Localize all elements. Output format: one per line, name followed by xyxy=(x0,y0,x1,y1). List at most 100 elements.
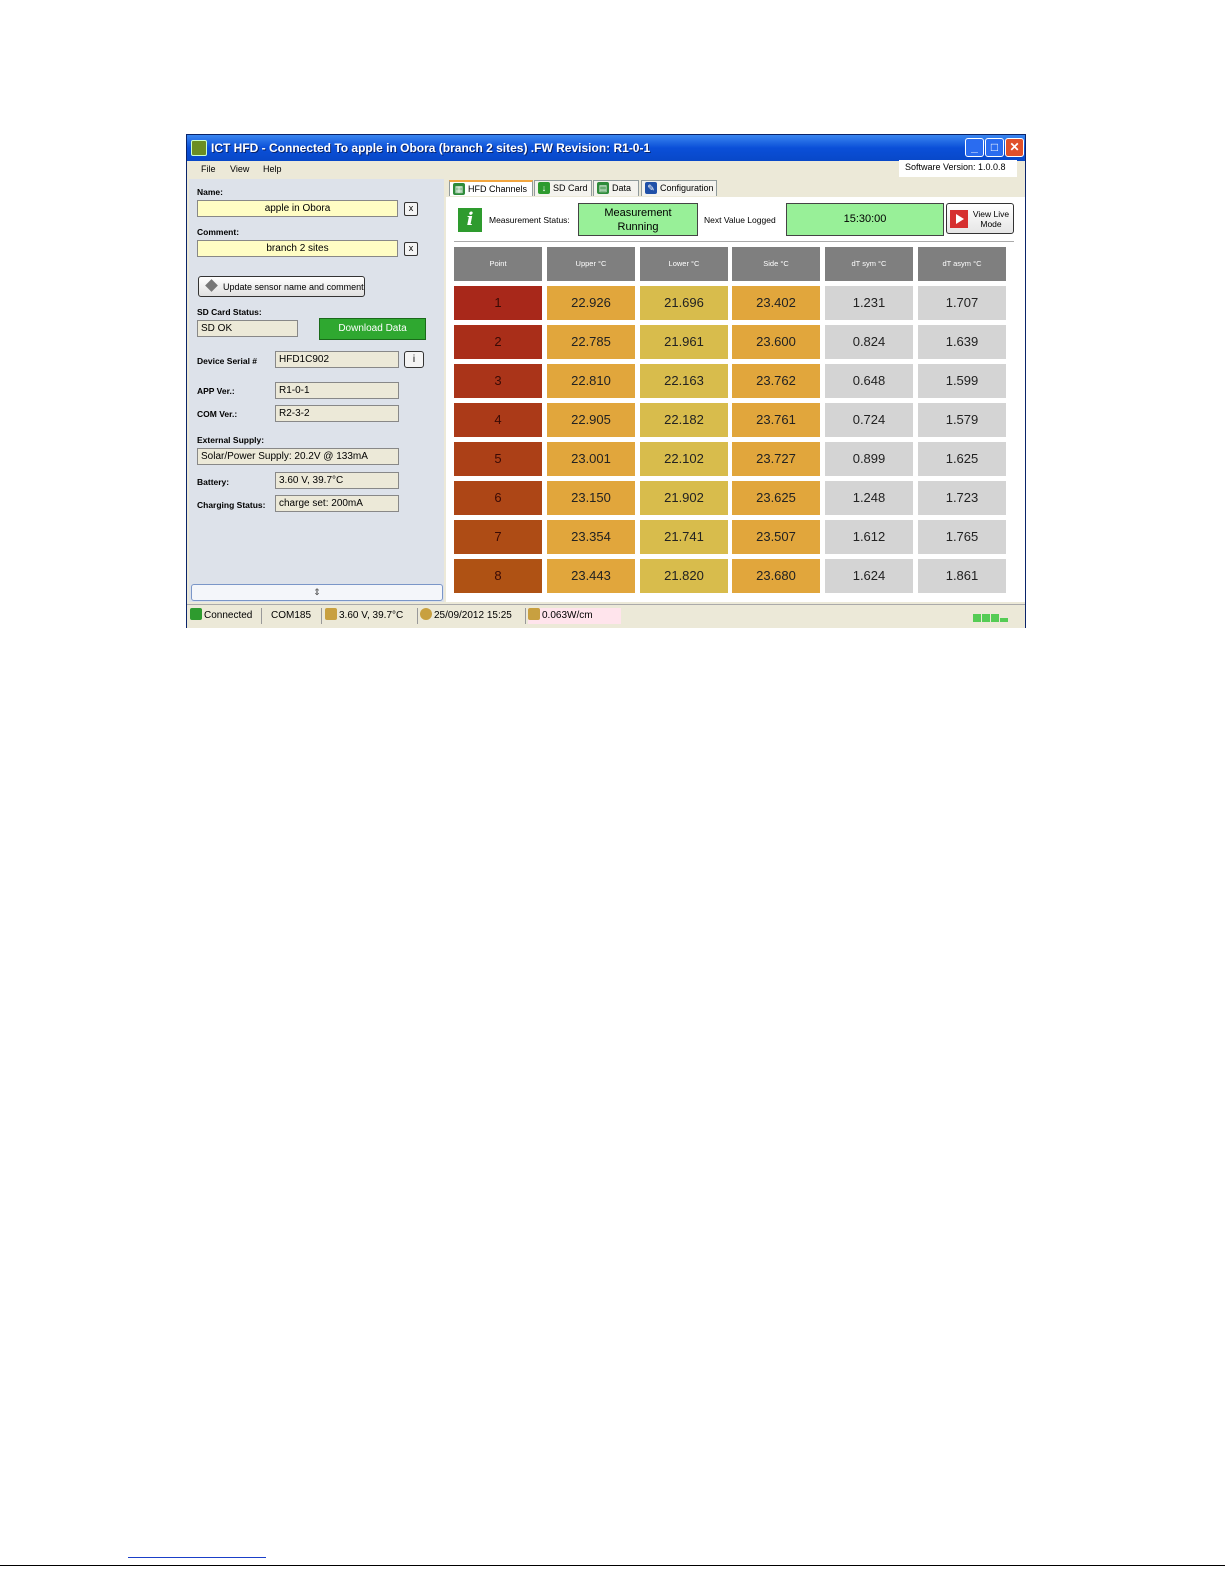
close-button[interactable]: ✕ xyxy=(1005,138,1024,157)
cell-point-6: 6 xyxy=(454,481,542,515)
cell-lower-6: 21.902 xyxy=(640,481,728,515)
column-header-dt-asym: dT asym °C xyxy=(918,247,1006,281)
cell-dt-sym-5: 0.899 xyxy=(825,442,913,476)
update-sensor-button[interactable]: Update sensor name and comment xyxy=(198,276,365,297)
cell-upper-5: 23.001 xyxy=(547,442,635,476)
panel-collapse-button[interactable]: ⇕ xyxy=(191,584,443,601)
device-panel: Name: apple in Obora x Comment: branch 2… xyxy=(189,179,444,602)
cell-side-5: 23.727 xyxy=(732,442,820,476)
tab-sd-card[interactable]: ↓ SD Card xyxy=(534,180,592,196)
maximize-button[interactable]: □ xyxy=(985,138,1004,157)
external-supply-label: External Supply: xyxy=(197,435,265,445)
clear-comment-button[interactable]: x xyxy=(404,242,418,256)
title-bar: ICT HFD - Connected To apple in Obora (b… xyxy=(187,135,1025,161)
status-bar: Connected COM185 3.60 V, 39.7°C 25/09/20… xyxy=(187,604,1025,628)
menu-file[interactable]: File xyxy=(201,164,216,174)
column-header-dt-sym: dT sym °C xyxy=(825,247,913,281)
app-version-label: APP Ver.: xyxy=(197,386,235,396)
battery-status: 3.60 V, 39.7°C xyxy=(325,608,403,624)
tab-data-label: Data xyxy=(612,183,632,193)
view-live-mode-button[interactable]: View Live Mode xyxy=(946,203,1014,234)
datetime-status: 25/09/2012 15:25 xyxy=(420,608,512,624)
measurement-status-label: Measurement Status: xyxy=(489,215,570,225)
device-info-button[interactable]: i xyxy=(404,351,424,368)
cell-dt-sym-8: 1.624 xyxy=(825,559,913,593)
cell-lower-5: 22.102 xyxy=(640,442,728,476)
cell-point-1: 1 xyxy=(454,286,542,320)
cell-dt-asym-2: 1.639 xyxy=(918,325,1006,359)
cell-lower-7: 21.741 xyxy=(640,520,728,554)
table-icon: ▤ xyxy=(597,182,609,194)
minimize-icon: _ xyxy=(971,140,978,154)
flame-icon xyxy=(528,608,540,620)
cell-dt-asym-6: 1.723 xyxy=(918,481,1006,515)
tab-configuration[interactable]: ✎ Configuration xyxy=(641,180,717,196)
clock-icon xyxy=(420,608,432,620)
cell-dt-sym-6: 1.248 xyxy=(825,481,913,515)
cell-dt-asym-8: 1.861 xyxy=(918,559,1006,593)
next-value-label: Next Value Logged xyxy=(704,215,776,225)
status-separator xyxy=(417,608,418,624)
tab-strip: ▦ HFD Channels ↓ SD Card ▤ Data ✎ Config… xyxy=(446,179,1025,197)
cell-upper-2: 22.785 xyxy=(547,325,635,359)
download-data-button[interactable]: Download Data xyxy=(319,318,426,340)
cell-upper-6: 23.150 xyxy=(547,481,635,515)
serial-field: HFD1C902 xyxy=(275,351,399,368)
play-icon xyxy=(950,210,968,228)
cell-upper-4: 22.905 xyxy=(547,403,635,437)
tab-data[interactable]: ▤ Data xyxy=(593,180,639,196)
column-header-point: Point xyxy=(454,247,542,281)
cell-dt-asym-3: 1.599 xyxy=(918,364,1006,398)
cell-dt-sym-4: 0.724 xyxy=(825,403,913,437)
connection-status: Connected xyxy=(190,608,252,624)
app-icon xyxy=(191,140,207,156)
status-separator xyxy=(321,608,322,624)
cell-side-3: 23.762 xyxy=(732,364,820,398)
cell-dt-sym-1: 1.231 xyxy=(825,286,913,320)
connection-status-text: Connected xyxy=(204,610,253,621)
menu-view[interactable]: View xyxy=(230,164,249,174)
cell-point-3: 3 xyxy=(454,364,542,398)
maximize-icon: □ xyxy=(990,140,999,154)
close-icon: ✕ xyxy=(1009,140,1020,154)
footnote-rule xyxy=(128,1557,266,1558)
cell-side-6: 23.625 xyxy=(732,481,820,515)
tab-hfd-channels[interactable]: ▦ HFD Channels xyxy=(449,180,533,196)
window-title: ICT HFD - Connected To apple in Obora (b… xyxy=(211,141,651,155)
charging-status-field: charge set: 200mA xyxy=(275,495,399,512)
comment-field[interactable]: branch 2 sites xyxy=(197,240,398,257)
check-icon xyxy=(190,608,202,620)
cell-lower-4: 22.182 xyxy=(640,403,728,437)
cell-dt-sym-7: 1.612 xyxy=(825,520,913,554)
name-field[interactable]: apple in Obora xyxy=(197,200,398,217)
battery-icon xyxy=(325,608,337,620)
cell-dt-sym-3: 0.648 xyxy=(825,364,913,398)
datetime-status-text: 25/09/2012 15:25 xyxy=(434,610,512,621)
pencil-icon xyxy=(205,279,218,292)
minimize-button[interactable]: _ xyxy=(965,138,984,157)
menu-help[interactable]: Help xyxy=(263,164,282,174)
menu-bar: File View Help Software Version: 1.0.0.8 xyxy=(187,160,1025,179)
cell-side-2: 23.600 xyxy=(732,325,820,359)
wrench-icon: ✎ xyxy=(645,182,657,194)
cell-point-7: 7 xyxy=(454,520,542,554)
clear-name-button[interactable]: x xyxy=(404,202,418,216)
view-live-mode-text: View Live Mode xyxy=(969,209,1013,229)
name-label: Name: xyxy=(197,187,223,197)
cell-dt-asym-5: 1.625 xyxy=(918,442,1006,476)
cell-side-7: 23.507 xyxy=(732,520,820,554)
cell-upper-3: 22.810 xyxy=(547,364,635,398)
cell-dt-asym-4: 1.579 xyxy=(918,403,1006,437)
sd-status-label: SD Card Status: xyxy=(197,307,262,317)
charging-status-label: Charging Status: xyxy=(197,500,266,510)
flux-status: 0.063W/cm xyxy=(528,608,621,624)
cell-upper-1: 22.926 xyxy=(547,286,635,320)
updown-icon: ⇕ xyxy=(313,587,321,597)
view-live-line1: View Live xyxy=(972,209,1010,219)
cell-point-2: 2 xyxy=(454,325,542,359)
comment-label: Comment: xyxy=(197,227,240,237)
column-header-side: Side °C xyxy=(732,247,820,281)
cell-side-1: 23.402 xyxy=(732,286,820,320)
cell-point-4: 4 xyxy=(454,403,542,437)
cell-dt-sym-2: 0.824 xyxy=(825,325,913,359)
